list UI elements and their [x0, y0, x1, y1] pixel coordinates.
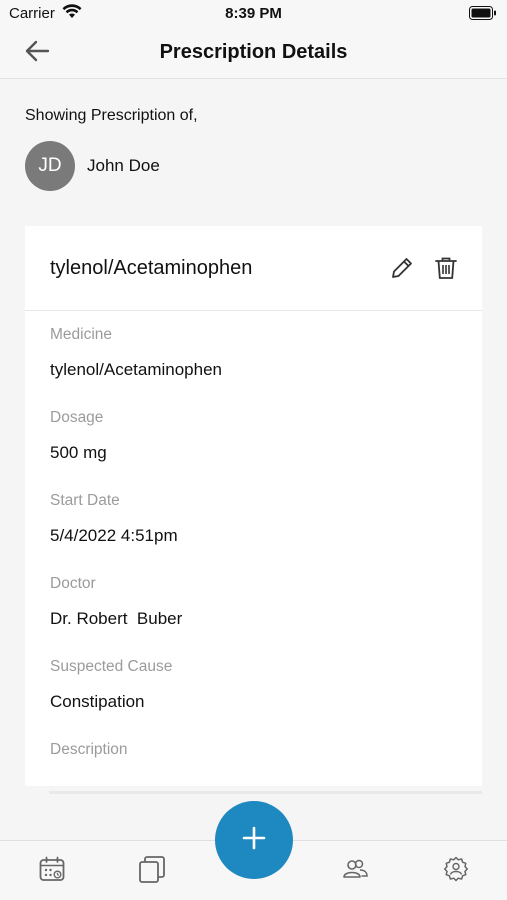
- battery-icon: [469, 6, 496, 20]
- suspected-cause-value: Constipation: [50, 692, 145, 711]
- doctor-value: Dr. Robert Buber: [50, 609, 183, 628]
- dosage-value: 500 mg: [50, 443, 107, 462]
- status-bar: Carrier 8:39 PM: [0, 0, 507, 28]
- card-header: tylenol/Acetaminophen: [25, 226, 482, 311]
- medicine-label: Medicine: [50, 326, 113, 343]
- suspected-cause-label: Suspected Cause: [50, 658, 173, 675]
- settings-icon: [442, 855, 470, 888]
- patient-name: John Doe: [87, 156, 160, 175]
- medicine-value: tylenol/Acetaminophen: [50, 360, 223, 379]
- calendar-icon: [38, 855, 66, 888]
- tab-users[interactable]: [340, 856, 370, 886]
- nav-header: Prescription Details: [0, 28, 507, 79]
- delete-button[interactable]: [433, 255, 459, 281]
- prescription-card: tylenol/Acetaminophen Medicine tylenol/A…: [25, 226, 482, 786]
- showing-prescription-label: Showing Prescription of,: [25, 107, 198, 124]
- tab-settings[interactable]: [441, 856, 471, 886]
- card-divider: [49, 791, 482, 794]
- page-title: Prescription Details: [159, 41, 348, 63]
- pencil-icon: [389, 258, 415, 285]
- plus-icon: [241, 825, 267, 856]
- prescription-title: tylenol/Acetaminophen: [50, 257, 253, 279]
- start-date-value: 5/4/2022 4:51pm: [50, 526, 178, 545]
- clock: 8:39 PM: [225, 5, 282, 22]
- dosage-label: Dosage: [50, 409, 104, 426]
- tab-pages[interactable]: [137, 854, 167, 889]
- doctor-label: Doctor: [50, 575, 96, 592]
- edit-button[interactable]: [389, 255, 415, 281]
- trash-icon: [433, 257, 459, 285]
- description-label: Description: [50, 741, 128, 758]
- start-date-label: Start Date: [50, 492, 120, 509]
- avatar: JD: [25, 141, 75, 191]
- pages-icon: [137, 854, 167, 889]
- add-button[interactable]: [215, 801, 293, 879]
- users-icon: [341, 855, 369, 888]
- tab-calendar[interactable]: [37, 856, 67, 886]
